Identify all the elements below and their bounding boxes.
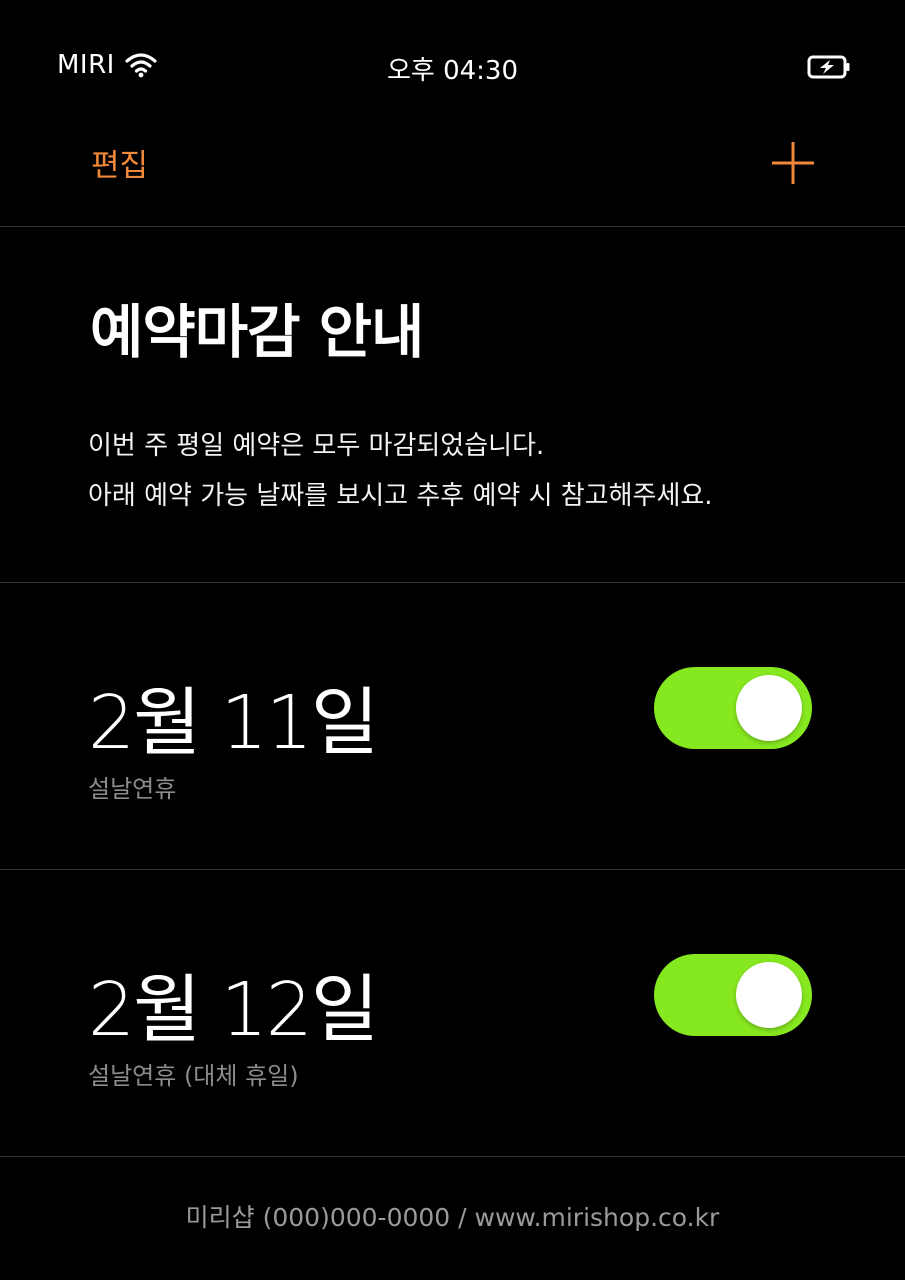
date-toggle[interactable] bbox=[654, 954, 812, 1036]
divider bbox=[0, 226, 905, 227]
date-note: 설날연휴 bbox=[88, 775, 177, 803]
notice-line-1: 이번 주 평일 예약은 모두 마감되었습니다. bbox=[88, 431, 545, 461]
status-time: 오후 04:30 bbox=[386, 56, 519, 86]
date-row: 2월 11일 설날연휴 bbox=[0, 583, 905, 869]
page-title: 예약마감 안내 bbox=[90, 298, 424, 366]
date-toggle[interactable] bbox=[654, 667, 812, 749]
plus-icon bbox=[772, 142, 814, 184]
toggle-knob bbox=[736, 962, 802, 1028]
battery-charging-icon bbox=[807, 55, 850, 79]
toggle-knob bbox=[736, 675, 802, 741]
divider bbox=[0, 1156, 905, 1157]
date-label: 2월 12일 bbox=[88, 967, 379, 1053]
date-label: 2월 11일 bbox=[88, 680, 379, 766]
date-row: 2월 12일 설날연휴 (대체 휴일) bbox=[0, 870, 905, 1156]
footer-contact: 미리샵 (000)000-0000 / www.mirishop.co.kr bbox=[185, 1203, 720, 1232]
edit-button[interactable]: 편집 bbox=[91, 140, 148, 185]
screen: MIRI 오후 04:30 편집 예약마감 안내 이번 주 평일 예약은 모두 … bbox=[0, 0, 905, 1280]
status-bar: MIRI 오후 04:30 bbox=[0, 0, 905, 130]
date-note: 설날연휴 (대체 휴일) bbox=[88, 1062, 299, 1090]
notice-line-2: 아래 예약 가능 날짜를 보시고 추후 예약 시 참고해주세요. bbox=[88, 481, 713, 511]
add-button[interactable] bbox=[770, 140, 816, 186]
